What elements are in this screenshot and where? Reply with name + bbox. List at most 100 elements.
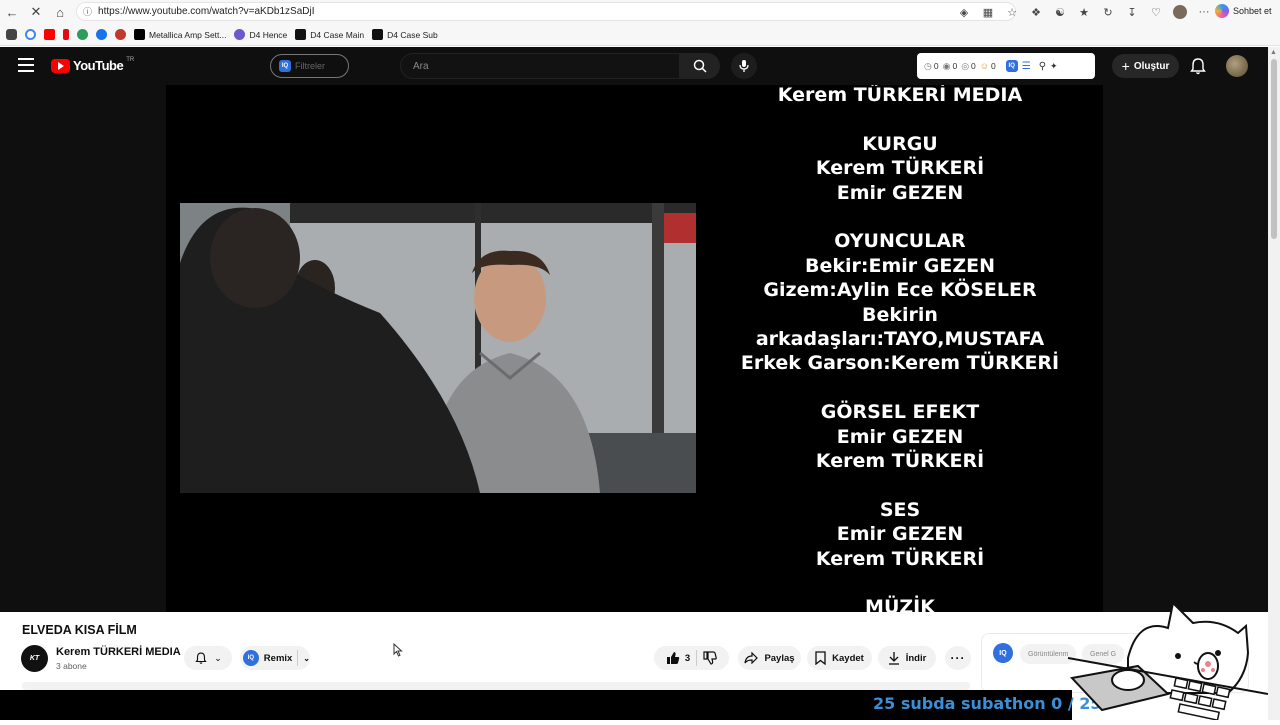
download-label: İndir [905,652,927,664]
more-menu-icon[interactable]: ··· [1195,3,1213,21]
mouse-cursor-icon [393,643,403,657]
profile-icon[interactable] [1171,3,1189,21]
plus-icon: + [1121,58,1130,74]
credits-line: Bekirin arkadaşları:TAYO,MUSTAFA [755,303,1045,351]
credits-spacer [726,205,1074,229]
downloads-icon[interactable]: ↧ [1123,3,1141,21]
translate-icon[interactable]: ◈ [955,3,973,21]
google-icon[interactable] [25,29,36,40]
stat-watch: ◎ 0 [961,61,976,72]
address-bar[interactable]: ⓘ https://www.youtube.com/watch?v=aKDb1z… [76,2,1016,21]
iq-extension-icon: IQ [279,60,291,72]
more-actions-button[interactable]: ··· [945,646,971,670]
save-button[interactable]: Kaydet [807,646,872,670]
browser-extensions: ◈ ▦ ☆ ❖ ☯ ★ ↻ ↧ ♡ ··· [955,3,1213,21]
d4-hence-icon [234,29,246,40]
youtube-header: YouTube TR IQ Filtreler Ara ◷ 0 ◉ 0 ◎ 0 ☺ 0 … [0,47,1268,85]
create-button[interactable]: + Oluştur [1112,54,1179,78]
bookmark-icon [815,651,826,665]
credits-line: Bekir:Emir GEZEN [805,254,995,277]
divider [696,650,698,666]
credits-text: Kerem TÜRKERİ MEDIA KURGU Kerem TÜRKERİ Emi… [726,85,1074,612]
bookmark-red-icon[interactable] [115,29,126,40]
channel-avatar[interactable]: KT [21,645,48,672]
filter-button[interactable]: IQ Filtreler [270,54,349,78]
stat-views: ◉ 0 [943,61,958,72]
bookmark-label: D4 Case Sub [387,29,438,40]
list-icon[interactable]: ☰ [1022,61,1031,72]
account-avatar[interactable] [1226,55,1248,77]
notifications-button[interactable] [1188,56,1208,76]
extension-stats-panel[interactable]: ◷ 0 ◉ 0 ◎ 0 ☺ 0 IQ ☰ ⚲ ✦ [917,53,1095,79]
bookmark-blue-icon[interactable] [96,29,107,40]
bell-icon [1190,58,1206,75]
youtube-bookmark-icon[interactable] [44,29,55,40]
bookmark-green-icon[interactable] [77,29,88,40]
like-dislike-group: 3 [654,646,729,670]
bookmark-d4-case-sub[interactable]: D4 Case Sub [372,29,438,40]
history-icon[interactable]: ↻ [1099,3,1117,21]
credits-line: GÖRSEL EFEKT [820,401,980,424]
d4-case-sub-icon [372,29,384,40]
url-text: https://www.youtube.com/watch?v=aKDb1zSa… [98,6,315,17]
site-info-icon[interactable]: ⓘ [83,5,92,18]
clock-icon: ◷ [924,60,932,71]
download-button[interactable]: İndir [878,646,936,670]
iq-extension-icon: IQ [993,643,1013,663]
bookmark-d4-case-main[interactable]: D4 Case Main [295,29,364,40]
credits-spacer [726,571,1074,595]
browser-essentials-icon[interactable]: ☯ [1051,3,1069,21]
stat-value: 0 [952,61,958,71]
menu-icon[interactable] [18,58,34,72]
trophy-icon[interactable]: ⚲ [1039,61,1046,72]
search-icon [693,59,707,73]
save-label: Kaydet [832,652,864,664]
netflix-icon[interactable] [63,29,69,40]
stat-users: ☺ 0 [980,61,996,71]
search-placeholder: Ara [413,60,429,72]
reader-icon[interactable]: ▦ [979,3,997,21]
download-icon [888,652,899,665]
chevron-down-icon: ⌄ [214,652,222,663]
remix-button[interactable]: IQ Remix ⌄ [240,646,310,670]
like-button[interactable]: 3 [666,651,690,665]
page-scrollbar[interactable]: ▲ [1268,47,1280,720]
voice-search-button[interactable] [731,53,757,79]
stat-value: 0 [971,61,976,71]
bookmark-metallica[interactable]: Metallica Amp Sett... [134,29,226,40]
bookmark-d4-hence[interactable]: D4 Hence [234,29,287,40]
iq-extension-icon[interactable]: IQ [1005,60,1018,72]
video-player[interactable]: Kerem TÜRKERİ MEDIA KURGU Kerem TÜRKERİ Emi… [166,85,1103,612]
copilot-icon [1215,4,1229,18]
search-input[interactable]: Ara [400,53,680,79]
credits-line: Kerem TÜRKERİ MEDIA [777,85,1023,106]
reload-stop-icon[interactable]: ✕ [24,0,48,24]
back-icon[interactable]: ← [0,0,24,24]
scroll-up-arrow-icon[interactable]: ▲ [1270,49,1277,56]
bookmark-label: D4 Hence [249,29,288,40]
subscription-bell-button[interactable]: ⌄ [184,646,232,670]
thumbs-down-icon[interactable] [703,651,717,665]
microphone-icon [739,60,749,72]
apps-icon[interactable] [6,29,17,40]
youtube-logo[interactable]: YouTube TR [51,57,134,73]
favorite-star-icon[interactable]: ☆ [1003,3,1021,21]
credits-spacer [726,376,1074,400]
search-button[interactable] [680,53,720,79]
bell-icon [195,652,207,664]
credits-line: Kerem TÜRKERİ [815,450,985,473]
copilot-chat-button[interactable]: Sohbet et [1215,4,1272,18]
scroll-thumb[interactable] [1271,59,1277,239]
credits-line: Emir GEZEN [836,181,964,204]
channel-name[interactable]: Kerem TÜRKERİ MEDIA [56,646,181,658]
home-icon[interactable]: ⌂ [48,0,72,24]
chevron-down-icon[interactable]: ⌄ [303,654,310,663]
share-button[interactable]: Paylaş [738,646,801,670]
favorites-icon[interactable]: ★ [1075,3,1093,21]
sparkle-icon[interactable]: ✦ [1050,61,1058,72]
performance-icon[interactable]: ♡ [1147,3,1165,21]
like-count: 3 [684,652,691,664]
extensions-icon[interactable]: ❖ [1027,3,1045,21]
eye-icon: ◉ [942,60,951,71]
stat-clock: ◷ 0 [924,61,939,72]
